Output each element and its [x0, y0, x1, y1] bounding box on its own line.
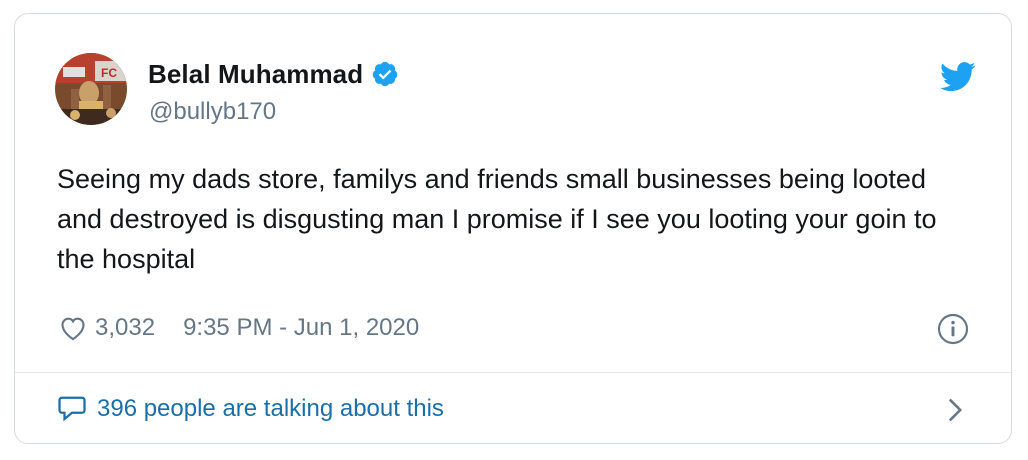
- timestamp[interactable]: 9:35 PM - Jun 1, 2020: [183, 314, 419, 342]
- author-name[interactable]: Belal Muhammad: [148, 59, 363, 90]
- twitter-bird-icon[interactable]: [940, 62, 976, 92]
- tweet-text: Seeing my dads store, familys and friend…: [57, 164, 937, 274]
- tweet-card: FC Belal Muhammad @bullyb170 Seeing my d…: [14, 13, 1012, 444]
- tweet-meta: 3,032 9:35 PM - Jun 1, 2020: [59, 311, 419, 345]
- speech-bubble-icon: [57, 395, 87, 423]
- talking-count-label[interactable]: 396 people are talking about this: [97, 395, 444, 423]
- svg-text:FC: FC: [101, 66, 117, 80]
- like-count[interactable]: 3,032: [95, 314, 155, 342]
- chevron-right-icon[interactable]: [947, 397, 963, 423]
- conversation-link[interactable]: 396 people are talking about this: [15, 373, 1011, 443]
- info-icon[interactable]: [937, 313, 969, 345]
- author-handle[interactable]: @bullyb170: [149, 98, 276, 126]
- verified-badge-icon: [371, 60, 399, 88]
- author-row[interactable]: Belal Muhammad: [148, 56, 399, 92]
- heart-icon[interactable]: [59, 315, 87, 341]
- avatar[interactable]: FC: [55, 53, 127, 125]
